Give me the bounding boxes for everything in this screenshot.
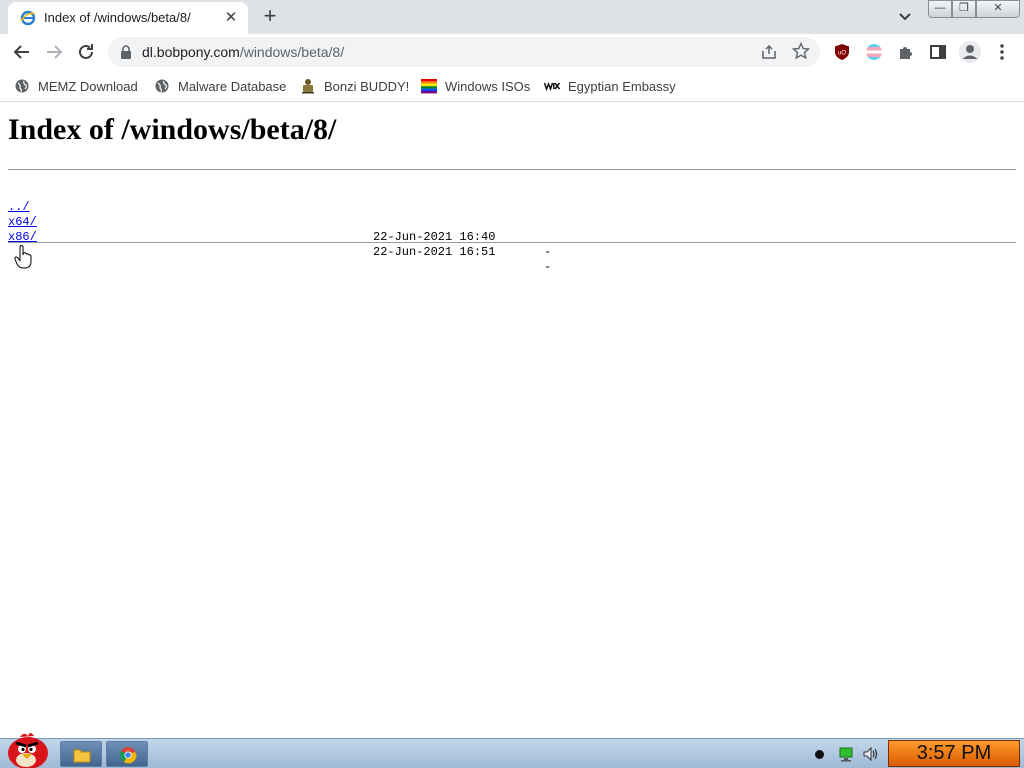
taskbar-file-explorer[interactable]: [60, 741, 102, 767]
rainbow-flag-icon: [421, 79, 437, 94]
url-host: dl.bobpony.com: [142, 44, 240, 60]
globe-icon: [155, 79, 169, 93]
directory-listing: ../ x64/ 22-Jun-2021 16:40 - x86/ 22-Jun…: [8, 185, 551, 274]
window-minimize-button[interactable]: —: [928, 0, 952, 18]
bookmark-label: Malware Database: [178, 78, 287, 94]
tab-search-chevron-icon[interactable]: [896, 8, 914, 26]
globe-icon: [15, 79, 29, 93]
file-explorer-icon: [73, 749, 91, 763]
list-item: x86/ 22-Jun-2021 16:51 -: [8, 215, 551, 274]
back-arrow-icon[interactable]: [10, 40, 34, 64]
top-divider: [8, 169, 1016, 170]
volume-icon[interactable]: [862, 746, 880, 762]
bookmark-star-icon[interactable]: [792, 42, 810, 60]
page-title: Index of /windows/beta/8/: [8, 113, 337, 146]
bookmark-malware-database[interactable]: Malware Database: [154, 76, 286, 96]
reload-icon[interactable]: [74, 40, 98, 64]
ie-favicon-icon: [20, 10, 36, 26]
bonzi-icon: [302, 79, 314, 94]
ublock-origin-icon[interactable]: uO: [833, 43, 851, 61]
bottom-divider: [8, 242, 1016, 243]
url-path: /windows/beta/8/: [239, 44, 345, 60]
taskbar-clock[interactable]: 3:57 PM: [888, 740, 1020, 767]
tray-status-dot-icon[interactable]: [815, 750, 824, 759]
bookmarks-bar: MEMZ Download Malware Database Bonzi BUD…: [0, 70, 1024, 102]
extensions-puzzle-icon[interactable]: [897, 43, 915, 61]
entry-date: 22-Jun-2021 16:51: [373, 245, 496, 259]
window-close-button[interactable]: ✕: [976, 0, 1020, 18]
bookmark-label: Egyptian Embassy: [568, 78, 676, 94]
wix-icon: [544, 81, 560, 92]
lock-icon[interactable]: [120, 45, 132, 59]
window-maximize-button[interactable]: ❐: [952, 0, 976, 18]
angry-bird-start-icon[interactable]: [2, 731, 52, 768]
tab-close-icon[interactable]: ✕: [222, 9, 240, 27]
kebab-menu-icon[interactable]: [994, 43, 1010, 61]
url-text[interactable]: dl.bobpony.com/windows/beta/8/: [142, 44, 344, 60]
taskbar-chrome[interactable]: [106, 741, 148, 767]
side-panel-icon[interactable]: [929, 43, 947, 61]
share-icon[interactable]: [760, 43, 778, 61]
chrome-icon: [119, 747, 137, 764]
bookmark-memz-download[interactable]: MEMZ Download: [14, 76, 138, 96]
network-icon[interactable]: [838, 746, 854, 762]
bookmark-label: Bonzi BUDDY!: [324, 78, 410, 94]
tab-title: Index of /windows/beta/8/: [44, 10, 191, 25]
list-item: x64/ 22-Jun-2021 16:40 -: [8, 200, 551, 259]
bookmark-egyptian-embassy[interactable]: Egyptian Embassy: [544, 76, 676, 96]
entry-size: -: [544, 260, 552, 274]
bookmark-label: MEMZ Download: [38, 78, 138, 94]
bookmark-windows-isos[interactable]: Windows ISOs: [421, 76, 530, 96]
list-item: ../: [8, 185, 51, 214]
svg-text:uO: uO: [838, 51, 846, 57]
forward-arrow-icon[interactable]: [42, 40, 66, 64]
new-tab-button[interactable]: +: [258, 5, 282, 29]
bookmark-label: Windows ISOs: [445, 78, 531, 94]
tab-strip: Index of /windows/beta/8/ ✕ + — ❐ ✕: [0, 0, 1024, 34]
address-bar[interactable]: dl.bobpony.com/windows/beta/8/: [108, 37, 820, 67]
entry-size: -: [544, 245, 552, 259]
bookmark-bonzi-buddy[interactable]: Bonzi BUDDY!: [300, 76, 409, 96]
hand-cursor-icon: [14, 245, 32, 269]
tab-active[interactable]: Index of /windows/beta/8/ ✕: [8, 2, 248, 34]
page-content: Index of /windows/beta/8/ ../ x64/ 22-Ju…: [0, 103, 1024, 738]
trans-flag-extension-icon[interactable]: [865, 43, 883, 61]
taskbar: 3:57 PM: [0, 733, 1024, 768]
browser-toolbar: dl.bobpony.com/windows/beta/8/ uO: [0, 34, 1024, 70]
profile-avatar-icon[interactable]: [959, 41, 981, 63]
